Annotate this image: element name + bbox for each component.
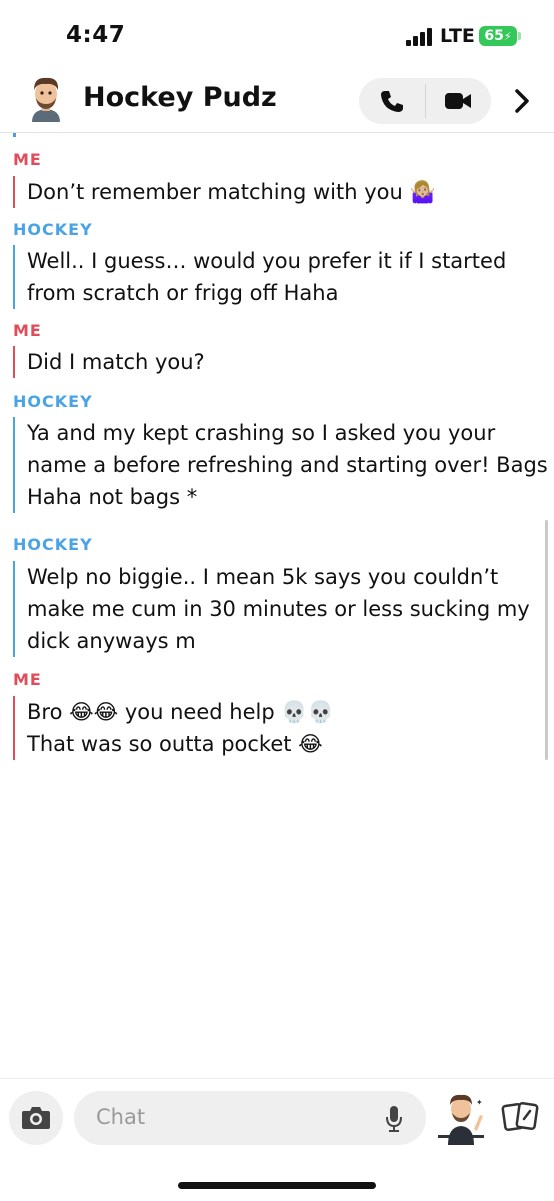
message-bubble[interactable]: Don’t remember matching with you 🤷🏼‍♀️ bbox=[13, 176, 436, 208]
chat-title[interactable]: Hockey Pudz bbox=[83, 82, 277, 113]
svg-text:✦: ✦ bbox=[476, 1098, 483, 1107]
message-line: That was so outta pocket 😂 bbox=[27, 732, 323, 756]
message-line: Welp no biggie.. I mean 5k says you coul… bbox=[27, 565, 499, 589]
message-line: Did I match you? bbox=[27, 350, 205, 374]
scrollbar[interactable] bbox=[545, 520, 548, 760]
avatar[interactable] bbox=[24, 74, 68, 124]
message-line: Haha not bags * bbox=[27, 485, 198, 509]
sender-label: ME bbox=[13, 321, 42, 340]
signal-icon bbox=[406, 28, 436, 46]
video-call-button[interactable] bbox=[426, 78, 491, 124]
chat-input[interactable]: Chat bbox=[74, 1091, 426, 1145]
message-bubble[interactable]: Welp no biggie.. I mean 5k says you coul… bbox=[13, 561, 530, 657]
scroll-edge-marker bbox=[13, 133, 16, 137]
sender-label: ME bbox=[13, 670, 42, 689]
composer-bar: Chat ✦ bbox=[0, 1078, 554, 1201]
message-bubble[interactable]: Did I match you? bbox=[13, 346, 205, 378]
chevron-right-icon[interactable] bbox=[508, 86, 536, 116]
message-line: dick anyways m bbox=[27, 629, 196, 653]
cards-icon[interactable] bbox=[500, 1099, 540, 1135]
camera-button[interactable] bbox=[9, 1091, 63, 1145]
bitmoji-icon[interactable]: ✦ bbox=[436, 1085, 486, 1147]
message-line: name a before refreshing and starting ov… bbox=[27, 453, 548, 477]
call-group bbox=[359, 78, 491, 124]
message-line: make me cum in 30 minutes or less suckin… bbox=[27, 597, 530, 621]
battery-level: 65 bbox=[484, 28, 504, 44]
message-bubble[interactable]: Bro 😂😂 you need help 💀💀 That was so outt… bbox=[13, 696, 334, 760]
sender-label: ME bbox=[13, 150, 42, 169]
message-line: Don’t remember matching with you 🤷🏼‍♀️ bbox=[27, 180, 436, 204]
status-bar: 4:47 LTE 65⚡ bbox=[0, 0, 554, 70]
battery-icon: 65⚡ bbox=[479, 26, 517, 46]
microphone-icon[interactable] bbox=[384, 1104, 404, 1134]
chat-placeholder: Chat bbox=[96, 1105, 146, 1129]
message-line: Bro 😂😂 you need help 💀💀 bbox=[27, 700, 334, 724]
message-line: from scratch or frigg off Haha bbox=[27, 281, 339, 305]
status-time: 4:47 bbox=[66, 22, 126, 48]
battery-tip bbox=[518, 32, 521, 40]
sender-label: HOCKEY bbox=[13, 535, 93, 554]
message-line: Well.. I guess… would you prefer it if I… bbox=[27, 249, 507, 273]
chat-header: Hockey Pudz bbox=[0, 70, 554, 133]
camera-icon bbox=[22, 1107, 50, 1129]
sender-label: HOCKEY bbox=[13, 220, 93, 239]
message-line: Ya and my kept crashing so I asked you y… bbox=[27, 421, 496, 445]
network-label: LTE bbox=[440, 25, 475, 47]
video-camera-icon bbox=[445, 93, 471, 109]
message-bubble[interactable]: Ya and my kept crashing so I asked you y… bbox=[13, 417, 548, 513]
phone-icon bbox=[381, 91, 403, 112]
home-indicator bbox=[178, 1182, 376, 1189]
sender-label: HOCKEY bbox=[13, 392, 93, 411]
voice-call-button[interactable] bbox=[359, 78, 425, 124]
message-bubble[interactable]: Well.. I guess… would you prefer it if I… bbox=[13, 245, 506, 309]
